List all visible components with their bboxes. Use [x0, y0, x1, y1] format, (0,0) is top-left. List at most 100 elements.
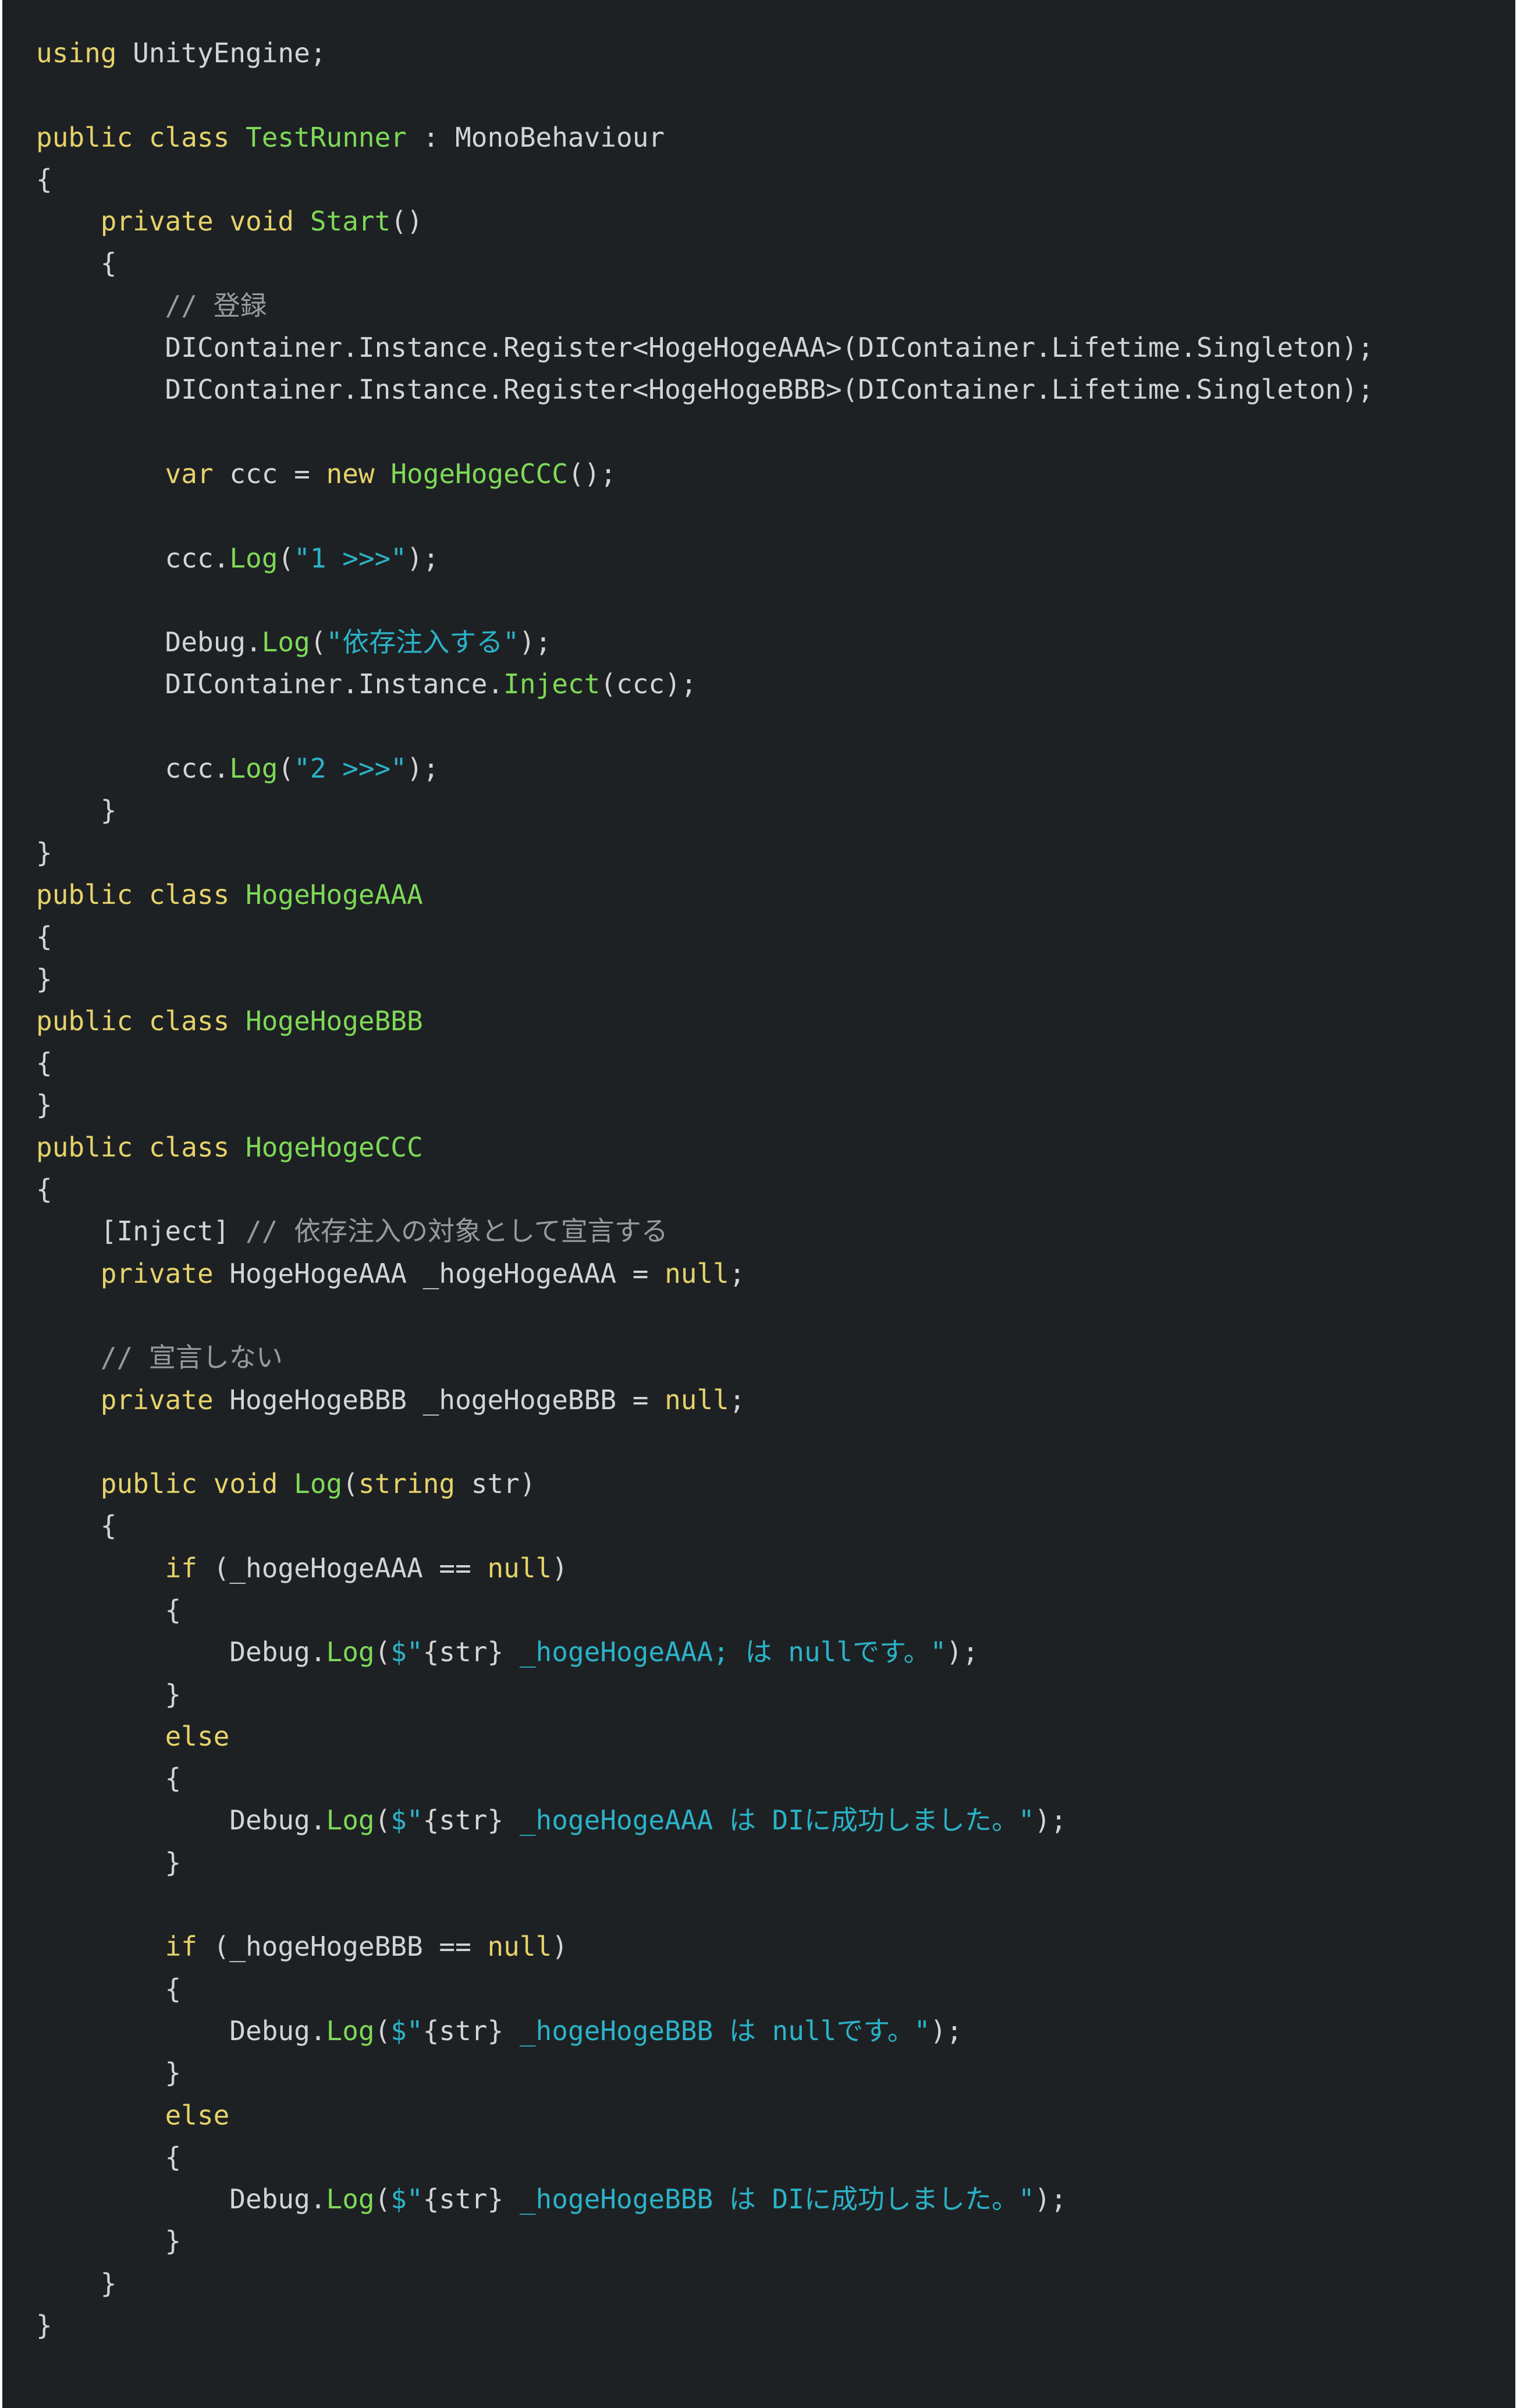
code-token-plain: {	[36, 1173, 52, 1205]
code-line: public class TestRunner : MonoBehaviour	[36, 116, 1374, 158]
code-line: if (_hogeHogeAAA == null)	[36, 1547, 1374, 1589]
code-token-plain: Debug.	[36, 626, 262, 658]
code-token-plain: (	[310, 626, 326, 658]
code-line: else	[36, 1715, 1374, 1757]
code-token-method: Log	[326, 2183, 375, 2215]
code-token-keyword: null	[665, 1384, 729, 1416]
code-token-keyword: public class	[36, 121, 246, 153]
code-token-method: Log	[326, 1804, 375, 1836]
code-line: {	[36, 1505, 1374, 1547]
code-token-plain: ccc =	[213, 458, 326, 490]
code-token-plain: }	[36, 1089, 52, 1121]
code-token-method: Start	[310, 205, 391, 237]
code-token-string: $"	[390, 2183, 423, 2215]
code-token-plain: [Inject]	[36, 1215, 246, 1247]
code-token-plain: (	[374, 2183, 391, 2215]
code-token-keyword: string	[358, 1468, 456, 1500]
code-token-keyword: private	[100, 1384, 230, 1416]
code-token-plain: {	[36, 247, 117, 279]
code-line: public class HogeHogeAAA	[36, 874, 1374, 916]
code-token-plain: )	[552, 1931, 568, 1963]
code-line: {	[36, 1168, 1374, 1210]
code-line: }	[36, 789, 1374, 831]
code-token-plain: ccc.	[36, 542, 230, 574]
code-token-plain: (	[374, 1636, 391, 1668]
code-token-method: Log	[326, 1636, 375, 1668]
code-token-plain: }	[36, 836, 52, 868]
code-token-plain: (	[374, 2015, 391, 2047]
code-line: DIContainer.Instance.Inject(ccc);	[36, 663, 1374, 705]
code-token-string: _hogeHogeBBB は DIに成功しました。"	[503, 2183, 1035, 2215]
code-line: }	[36, 2262, 1374, 2304]
code-token-plain: {	[36, 1973, 182, 2005]
code-token-type: HogeHogeCCC	[390, 458, 568, 490]
code-token-plain: ()	[390, 205, 423, 237]
code-line: Debug.Log($"{str} _hogeHogeBBB は DIに成功しま…	[36, 2178, 1374, 2220]
code-line: }	[36, 958, 1374, 1000]
code-token-plain: {str}	[422, 2183, 504, 2215]
code-line: // 宣言しない	[36, 1336, 1374, 1378]
code-token-plain: {	[36, 1594, 182, 1626]
code-token-type: HogeHogeAAA	[246, 878, 423, 910]
code-line: public class HogeHogeCCC	[36, 1126, 1374, 1168]
code-block[interactable]: using UnityEngine; public class TestRunn…	[36, 32, 1374, 2346]
code-line: Debug.Log("依存注入する");	[36, 621, 1374, 663]
code-line: public class HogeHogeBBB	[36, 1000, 1374, 1042]
code-line: if (_hogeHogeBBB == null)	[36, 1925, 1374, 1967]
code-panel: using UnityEngine; public class TestRunn…	[2, 0, 1515, 2408]
code-token-plain: }	[36, 2267, 117, 2299]
code-token-comment: // 登録	[165, 289, 267, 321]
code-line: private HogeHogeBBB _hogeHogeBBB = null;	[36, 1379, 1374, 1421]
code-line: {	[36, 1042, 1374, 1084]
code-line: }	[36, 1842, 1374, 1884]
code-token-method: Log	[294, 1468, 343, 1500]
code-token-string: $"	[390, 1804, 423, 1836]
code-token-plain: DIContainer.Instance.Register<HogeHogeBB…	[36, 374, 1374, 406]
code-token-plain: UnityEngine;	[116, 37, 326, 69]
code-token-plain: {	[36, 1047, 52, 1079]
code-token-plain: );	[930, 2015, 963, 2047]
code-line: {	[36, 158, 1374, 200]
code-token-type: HogeHogeBBB	[246, 1005, 423, 1037]
code-token-keyword: using	[36, 37, 117, 69]
code-token-plain: (	[342, 1468, 358, 1500]
code-token-keyword: else	[165, 1720, 230, 1752]
code-token-plain: (	[278, 753, 294, 785]
code-token-keyword: public class	[36, 878, 246, 910]
code-token-type: TestRunner	[246, 121, 407, 153]
code-line: using UnityEngine;	[36, 32, 1374, 74]
code-token-keyword: private	[100, 1257, 230, 1289]
code-token-plain: }	[36, 1678, 182, 1710]
code-line: {	[36, 1757, 1374, 1799]
code-token-plain: );	[1034, 1804, 1067, 1836]
code-token-plain: {	[36, 921, 52, 953]
code-line: Debug.Log($"{str} _hogeHogeAAA は DIに成功しま…	[36, 1799, 1374, 1841]
code-token-plain: HogeHogeAAA _hogeHogeAAA =	[229, 1257, 665, 1289]
code-token-plain: {	[36, 1762, 182, 1795]
code-token-plain: Debug.	[36, 2015, 326, 2047]
code-token-method: Log	[229, 753, 278, 785]
code-token-plain: (	[374, 1804, 391, 1836]
code-token-plain: {str}	[422, 1636, 504, 1668]
code-token-plain: );	[1034, 2183, 1067, 2215]
code-token-plain: DIContainer.Instance.Register<HogeHogeAA…	[36, 332, 1374, 364]
code-line: else	[36, 2094, 1374, 2136]
code-token-keyword: null	[487, 1552, 552, 1584]
code-token-plain: );	[946, 1636, 979, 1668]
code-token-plain: ();	[567, 458, 617, 490]
code-token-plain: HogeHogeBBB _hogeHogeBBB =	[229, 1384, 665, 1416]
code-token-plain: );	[407, 753, 439, 785]
code-line: Debug.Log($"{str} _hogeHogeAAA; は nullです…	[36, 1631, 1374, 1673]
code-token-type: HogeHogeCCC	[246, 1131, 423, 1163]
